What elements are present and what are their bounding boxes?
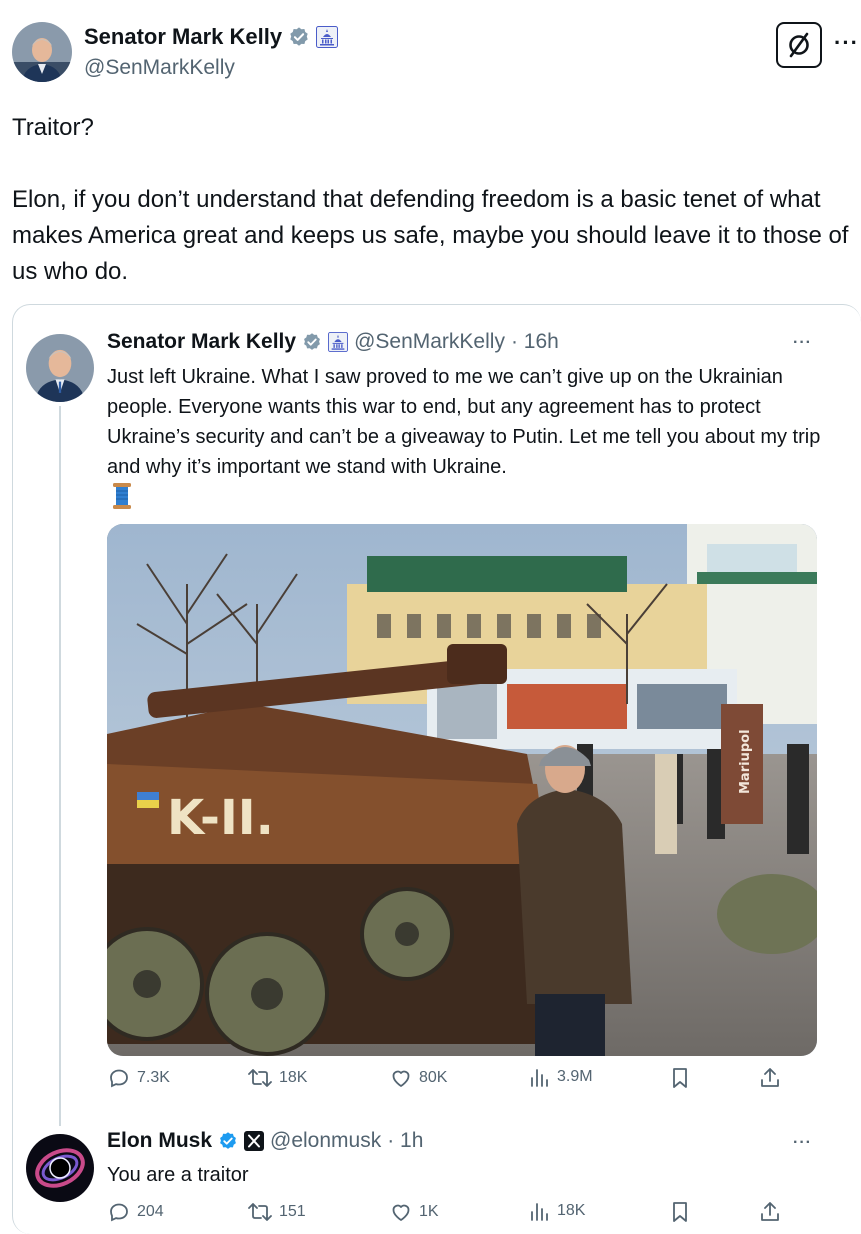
bookmark-button[interactable] [669, 1066, 691, 1090]
bookmark-icon [673, 1068, 687, 1088]
x-affiliate-badge-icon [244, 1131, 265, 1151]
author-avatar[interactable] [12, 22, 72, 82]
heart-icon [392, 1070, 410, 1087]
tweet-photo[interactable]: Mariupol K-II. [107, 524, 817, 1056]
repost-icon [248, 1069, 272, 1087]
quoted-author-handle[interactable]: @SenMarkKelly [354, 330, 505, 354]
share-button[interactable] [759, 1200, 781, 1224]
quoted-tweet-header: Senator Mark Kelly @SenMarkKelly · 16h [107, 330, 559, 354]
government-badge-icon [316, 26, 339, 48]
views-button[interactable]: 18K [529, 1200, 585, 1222]
more-options-icon[interactable]: ··· [834, 30, 859, 56]
reply-button[interactable]: 204 [107, 1200, 164, 1224]
bookmark-button[interactable] [669, 1200, 691, 1224]
svg-text:K-II.: K-II. [167, 790, 274, 846]
more-options-icon[interactable]: ··· [793, 1134, 812, 1152]
mariupol-sign: Mariupol [738, 729, 753, 794]
views-icon [531, 1203, 548, 1221]
verified-badge-icon [302, 332, 322, 352]
reply-author-handle[interactable]: @elonmusk [270, 1129, 381, 1153]
reply-tweet-actions: 204 151 1K 18K [107, 1200, 807, 1230]
reply-tweet-header: Elon Musk @elonmusk · 1h [107, 1129, 423, 1153]
author-header: Senator Mark Kelly [84, 24, 339, 50]
reply-icon [110, 1069, 128, 1088]
heart-icon [392, 1204, 410, 1221]
repost-button[interactable]: 151 [247, 1200, 306, 1224]
like-button[interactable]: 80K [389, 1066, 447, 1090]
grok-icon [789, 32, 809, 58]
bookmark-icon [673, 1202, 687, 1222]
repost-count: 18K [279, 1069, 308, 1086]
reply-icon [110, 1203, 128, 1222]
views-icon [531, 1069, 548, 1087]
quoted-tweet-text: Just left Ukraine. What I saw proved to … [107, 366, 826, 478]
reply-button[interactable]: 7.3K [107, 1066, 170, 1090]
reply-tweet-text: You are a traitor [107, 1164, 249, 1186]
reply-author-avatar[interactable] [26, 1134, 94, 1202]
views-button[interactable]: 3.9M [529, 1066, 593, 1088]
like-button[interactable]: 1K [389, 1200, 439, 1224]
author-handle[interactable]: @SenMarkKelly [84, 56, 235, 80]
quoted-author-avatar[interactable] [26, 334, 94, 402]
quoted-author-name[interactable]: Senator Mark Kelly [107, 330, 296, 354]
view-count: 18K [557, 1202, 586, 1219]
spool-of-thread-icon [110, 482, 134, 510]
like-count: 80K [419, 1069, 448, 1086]
reply-count: 204 [137, 1203, 164, 1220]
repost-count: 151 [279, 1203, 306, 1220]
tweet-text: Traitor? Elon, if you don’t understand t… [12, 114, 849, 285]
repost-icon [248, 1203, 272, 1221]
grok-button[interactable] [776, 22, 822, 68]
quoted-tweet-time[interactable]: · 16h [511, 330, 559, 354]
repost-button[interactable]: 18K [247, 1066, 307, 1090]
more-options-icon[interactable]: ··· [793, 334, 812, 352]
verified-badge-icon [288, 26, 310, 48]
view-count: 3.9M [557, 1068, 593, 1085]
thread-connector-line [59, 406, 61, 1126]
verified-badge-icon [218, 1131, 238, 1151]
reply-tweet-time[interactable]: · 1h [387, 1129, 423, 1153]
like-count: 1K [419, 1203, 439, 1220]
author-name[interactable]: Senator Mark Kelly [84, 24, 282, 50]
share-icon [761, 1068, 779, 1087]
reply-author-name[interactable]: Elon Musk [107, 1129, 212, 1153]
share-icon [761, 1202, 779, 1221]
government-badge-icon [328, 332, 349, 352]
share-button[interactable] [759, 1066, 781, 1090]
reply-count: 7.3K [137, 1069, 170, 1086]
quoted-tweet-actions: 7.3K 18K 80K 3.9M [107, 1066, 807, 1096]
